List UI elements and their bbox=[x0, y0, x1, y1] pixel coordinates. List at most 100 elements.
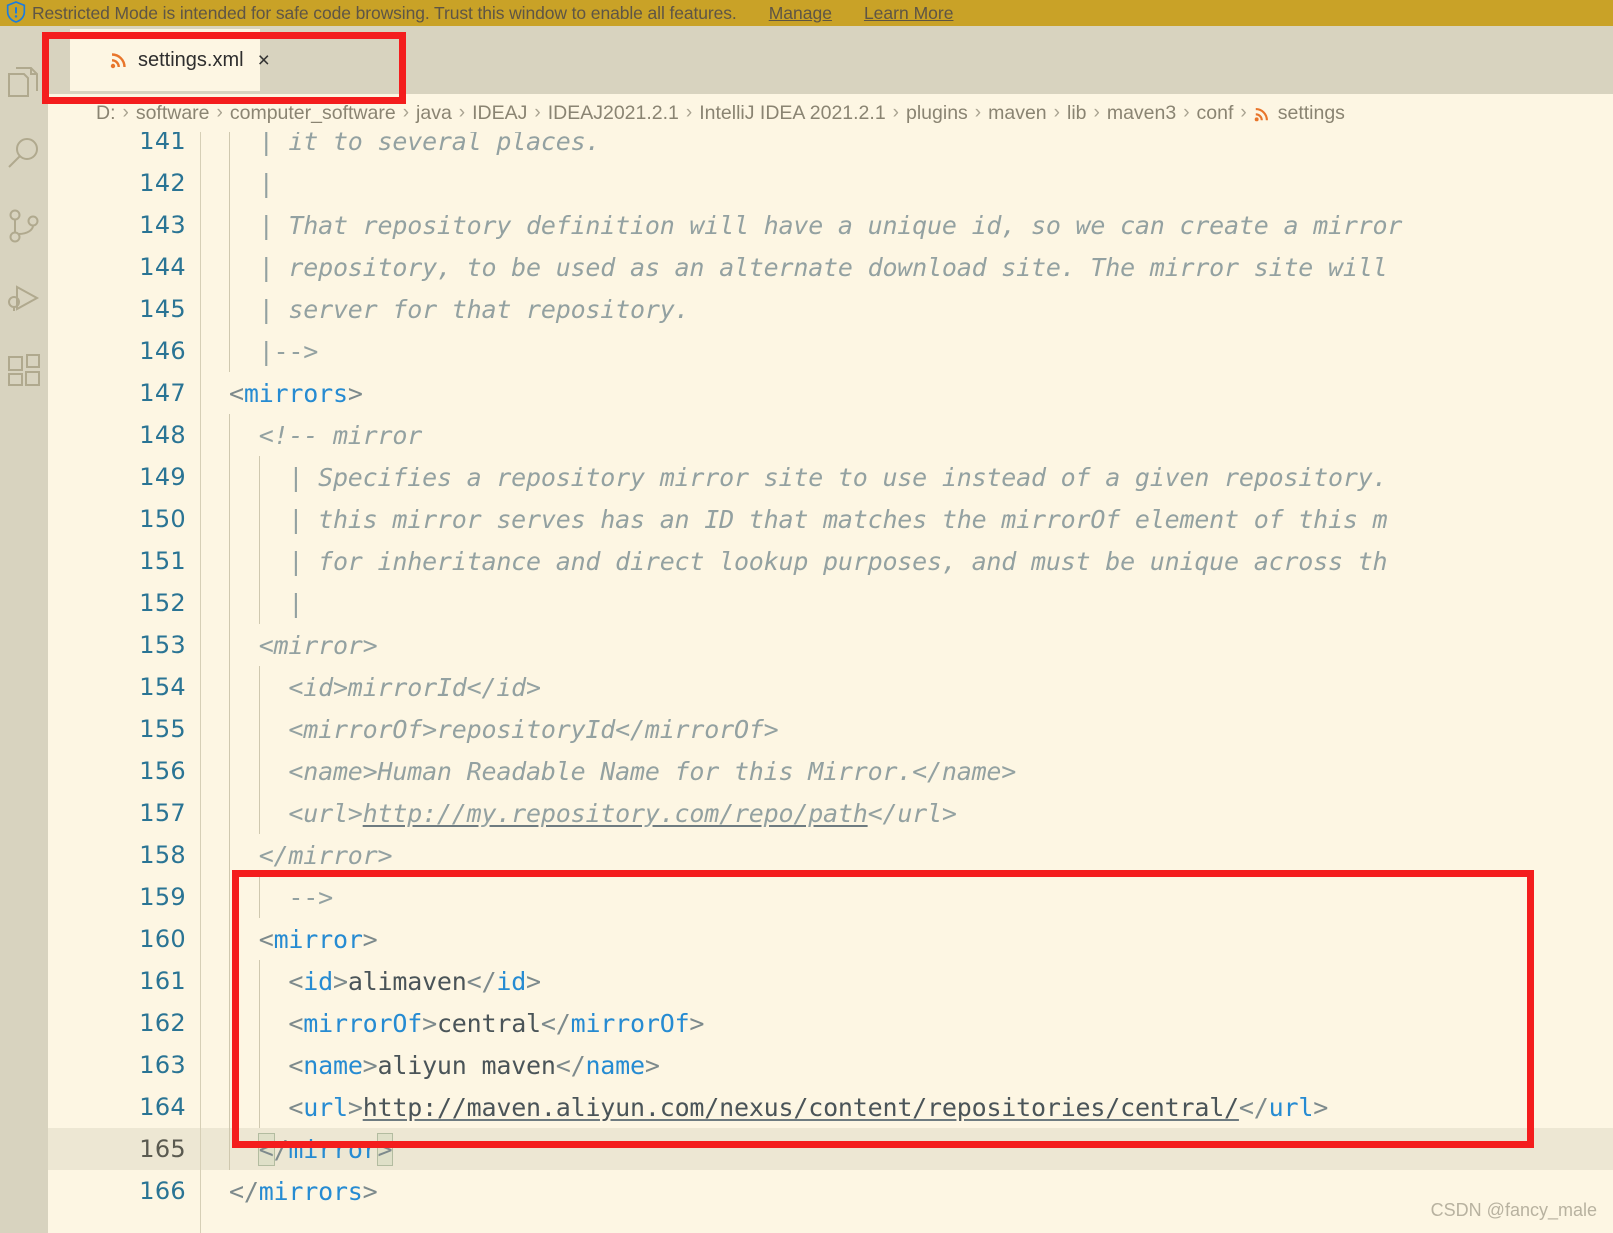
code-line-text: | server for that repository. bbox=[200, 295, 1613, 324]
code-line-row[interactable]: 150 | this mirror serves has an ID that … bbox=[48, 498, 1613, 540]
code-line-row[interactable]: 153 <mirror> bbox=[48, 624, 1613, 666]
csdn-watermark: CSDN @fancy_male bbox=[1430, 1200, 1597, 1220]
code-line-text: <mirrorOf>central</mirrorOf> bbox=[200, 1009, 1613, 1038]
line-number: 143 bbox=[139, 211, 186, 239]
code-line-row[interactable]: 141 | it to several places. bbox=[48, 132, 1613, 162]
code-token: </ bbox=[466, 966, 497, 996]
code-token: </ bbox=[1238, 1092, 1269, 1122]
breadcrumb-item[interactable]: lib bbox=[1067, 102, 1087, 125]
code-line-row[interactable]: 144 | repository, to be used as an alter… bbox=[48, 246, 1613, 288]
code-token: > bbox=[362, 924, 378, 954]
code-line-row[interactable]: 151 | for inheritance and direct lookup … bbox=[48, 540, 1613, 582]
breadcrumb-item[interactable]: java bbox=[416, 102, 452, 125]
indent-guide bbox=[229, 624, 230, 666]
indent-guide bbox=[259, 960, 261, 1002]
code-line-row[interactable]: 166 </mirrors> bbox=[48, 1170, 1613, 1212]
code-line-text: <mirrorOf>repositoryId</mirrorOf> bbox=[200, 715, 1613, 744]
indent-guide bbox=[229, 666, 230, 708]
code-token: < bbox=[288, 966, 304, 996]
code-line-text: <name>Human Readable Name for this Mirro… bbox=[200, 757, 1613, 786]
code-token: > bbox=[422, 1008, 437, 1038]
code-line-row[interactable]: 143 | That repository definition will ha… bbox=[48, 204, 1613, 246]
code-token: </url> bbox=[867, 798, 957, 828]
code-line-row[interactable]: 161 <id>alimaven</id> bbox=[48, 960, 1613, 1002]
code-line-row[interactable]: 148 <!-- mirror bbox=[48, 414, 1613, 456]
breadcrumb-item[interactable]: conf bbox=[1197, 102, 1234, 125]
sidebar-item-search[interactable] bbox=[0, 118, 48, 190]
code-token: name bbox=[585, 1050, 645, 1080]
breadcrumb-item[interactable]: IntelliJ IDEA 2021.2.1 bbox=[699, 102, 885, 125]
code-token: < bbox=[258, 924, 274, 954]
code-line-row[interactable]: 147 <mirrors> bbox=[48, 372, 1613, 414]
indent-guide bbox=[259, 876, 261, 918]
code-line-text: <mirror> bbox=[200, 925, 1613, 954]
search-magnifier-icon bbox=[6, 136, 42, 172]
code-token: --> bbox=[288, 882, 333, 912]
code-line-row[interactable]: 160 <mirror> bbox=[48, 918, 1613, 960]
line-number: 144 bbox=[139, 253, 186, 281]
code-line-row[interactable]: 163 <name>aliyun maven</name> bbox=[48, 1044, 1613, 1086]
code-line-row[interactable]: 162 <mirrorOf>central</mirrorOf> bbox=[48, 1002, 1613, 1044]
vscode-window: Restricted Mode is intended for safe cod… bbox=[0, 0, 1613, 1233]
code-line-text: | repository, to be used as an alternate… bbox=[200, 253, 1613, 282]
gutter-divider bbox=[200, 132, 201, 1233]
close-icon[interactable]: × bbox=[258, 50, 270, 71]
xml-file-icon bbox=[110, 51, 128, 69]
code-token: > bbox=[332, 966, 348, 996]
indent-guide bbox=[229, 792, 230, 834]
breadcrumb-separator-icon: › bbox=[402, 102, 410, 123]
code-line-row[interactable]: 158 </mirror> bbox=[48, 834, 1613, 876]
breadcrumb-item[interactable]: maven3 bbox=[1107, 102, 1176, 125]
code-line-row[interactable]: 164 <url>http://maven.aliyun.com/nexus/c… bbox=[48, 1086, 1613, 1128]
code-line-row[interactable]: 156 <name>Human Readable Name for this M… bbox=[48, 750, 1613, 792]
code-line-row[interactable]: 145 | server for that repository. bbox=[48, 288, 1613, 330]
code-line-row[interactable]: 146 |--> bbox=[48, 330, 1613, 372]
code-line-row[interactable]: 159 --> bbox=[48, 876, 1613, 918]
indent-guide bbox=[229, 582, 230, 624]
banner-learn-more-link[interactable]: Learn More bbox=[864, 3, 954, 24]
breadcrumb-item[interactable]: D: bbox=[96, 102, 116, 125]
code-token: > bbox=[362, 1050, 378, 1080]
code-token: | repository, to be used as an alternate… bbox=[258, 252, 1388, 282]
code-line-row[interactable]: 157 <url>http://my.repository.com/repo/p… bbox=[48, 792, 1613, 834]
breadcrumb-item[interactable]: plugins bbox=[906, 102, 968, 125]
line-number: 157 bbox=[139, 799, 186, 827]
sidebar-item-explorer[interactable] bbox=[0, 46, 48, 118]
tab-settings-xml[interactable]: settings.xml × bbox=[70, 29, 270, 91]
sidebar-item-run-debug[interactable] bbox=[0, 262, 48, 334]
run-debug-play-icon bbox=[6, 280, 42, 316]
breadcrumb-separator-icon: › bbox=[1183, 102, 1190, 123]
breadcrumb-separator-icon: › bbox=[685, 102, 693, 123]
breadcrumb-item[interactable]: software bbox=[136, 102, 210, 125]
code-token: | server for that repository. bbox=[258, 294, 690, 324]
code-line-row[interactable]: 152 | bbox=[48, 582, 1613, 624]
breadcrumb-item[interactable]: IDEAJ2021.2.1 bbox=[548, 102, 679, 125]
breadcrumb-item[interactable]: IDEAJ bbox=[472, 102, 527, 125]
code-token: > bbox=[347, 1092, 363, 1122]
indent-guide bbox=[229, 1044, 230, 1086]
sidebar-item-source-control[interactable] bbox=[0, 190, 48, 262]
breadcrumb-item[interactable]: computer_software bbox=[230, 102, 396, 125]
code-line-row[interactable]: 155 <mirrorOf>repositoryId</mirrorOf> bbox=[48, 708, 1613, 750]
code-line-row[interactable]: 149 | Specifies a repository mirror site… bbox=[48, 456, 1613, 498]
line-number: 151 bbox=[139, 547, 186, 575]
indent-guide bbox=[229, 708, 230, 750]
banner-manage-link[interactable]: Manage bbox=[769, 3, 832, 24]
code-line-row[interactable]: 154 <id>mirrorId</id> bbox=[48, 666, 1613, 708]
code-line-text: | for inheritance and direct lookup purp… bbox=[200, 547, 1613, 576]
extensions-blocks-icon bbox=[6, 352, 42, 388]
sidebar-item-extensions[interactable] bbox=[0, 334, 48, 406]
code-token: | it to several places. bbox=[258, 132, 601, 156]
breadcrumb-item[interactable]: maven bbox=[988, 102, 1047, 125]
code-token: > bbox=[644, 1050, 660, 1080]
code-line-text: <mirror> bbox=[200, 631, 1613, 660]
code-token: < bbox=[257, 1132, 275, 1166]
code-line-row[interactable]: 142 | bbox=[48, 162, 1613, 204]
code-line-row[interactable]: 165 </mirror> bbox=[48, 1128, 1613, 1170]
code-token: name bbox=[303, 1050, 363, 1080]
code-line-text: | it to several places. bbox=[200, 132, 1613, 156]
breadcrumb-file[interactable]: settings bbox=[1278, 102, 1345, 125]
code-editor[interactable]: 141 | it to several places. 142 | 143 | Th… bbox=[48, 132, 1613, 1233]
code-line-text: <url>http://maven.aliyun.com/nexus/conte… bbox=[200, 1093, 1613, 1122]
code-lines: 141 | it to several places. 142 | 143 | Th… bbox=[48, 132, 1613, 1212]
